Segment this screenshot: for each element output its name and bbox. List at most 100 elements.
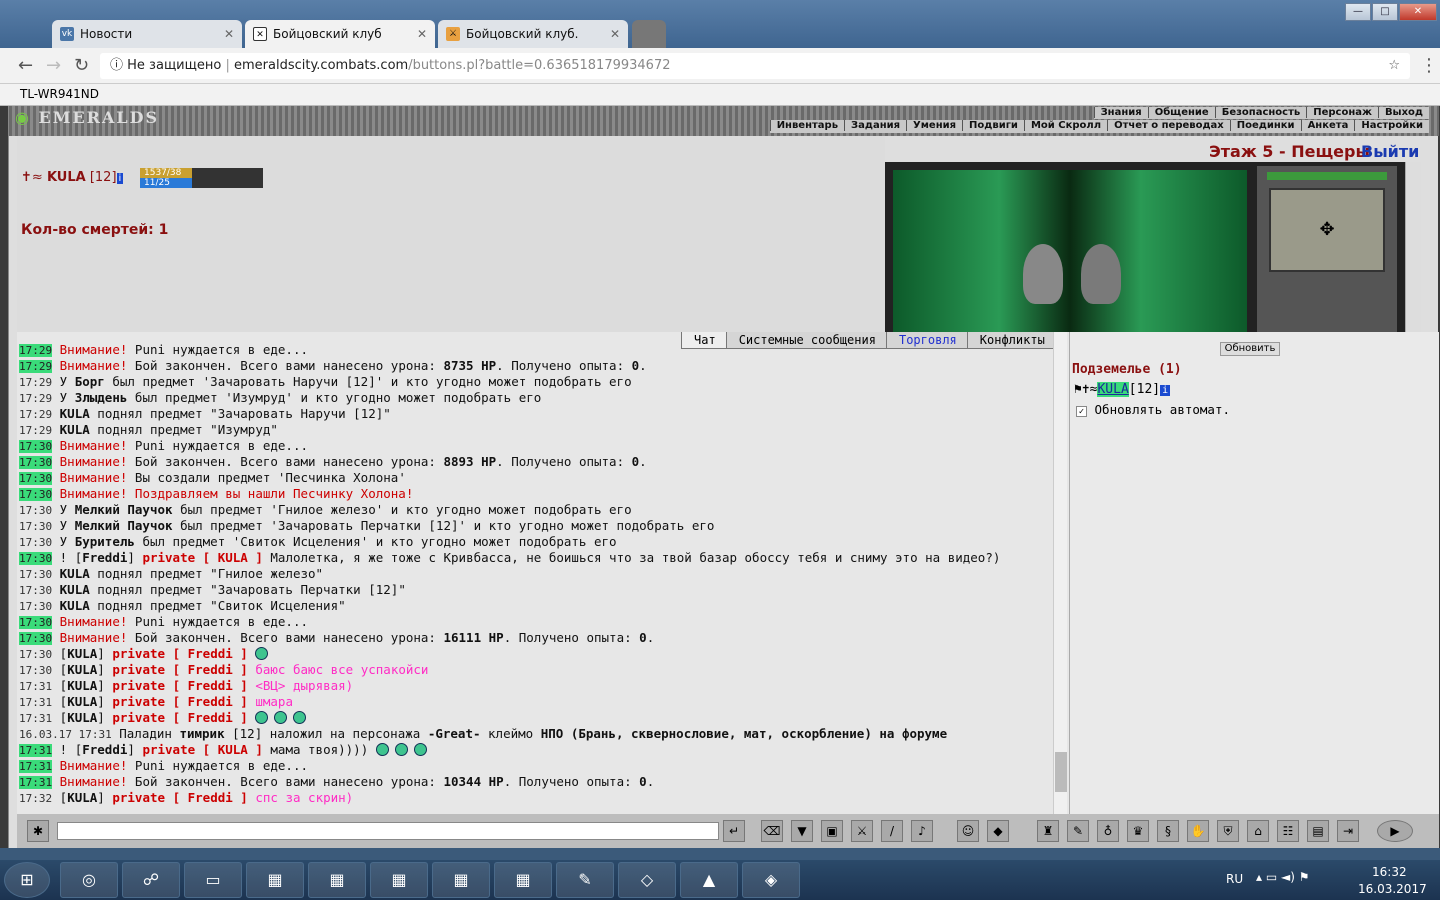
message-time[interactable]: 17:30 [19,552,53,565]
message-time[interactable]: 17:30 [19,520,52,533]
language-indicator[interactable]: RU [1226,872,1243,886]
book-icon[interactable]: ▤ [1307,820,1329,842]
message-time[interactable]: 17:30 [19,472,53,485]
people-icon[interactable]: ☷ [1277,820,1299,842]
translit-icon[interactable]: / [881,820,903,842]
close-icon[interactable]: ✕ [417,20,427,48]
exit-link[interactable]: Выйти [1361,142,1419,161]
scrollbar[interactable] [1405,162,1421,332]
info-icon[interactable]: i [1160,385,1171,396]
window-icon[interactable]: ▦ [432,862,490,898]
close-icon[interactable]: ✕ [610,20,620,48]
url-field[interactable]: ⓘ Не защищено | emeraldscity.combats.com… [100,53,1410,79]
app-icon[interactable]: ◈ [742,862,800,898]
message-time[interactable]: 17:31 [19,776,53,789]
crown-icon[interactable]: ♛ [1127,820,1149,842]
message-time[interactable]: 17:30 [19,488,53,501]
menu-character[interactable]: Персонаж [1306,107,1378,118]
chat-input[interactable] [57,822,719,840]
exit-icon[interactable]: ⇥ [1337,820,1359,842]
message-time[interactable]: 17:30 [19,616,53,629]
minimize-icon[interactable]: — [1345,3,1371,21]
scroll-icon[interactable]: § [1157,820,1179,842]
info-icon[interactable]: i [116,173,124,184]
message-time[interactable]: 17:30 [19,600,52,613]
map-icon[interactable]: ◆ [987,820,1009,842]
star-icon[interactable]: ☆ [1388,53,1400,79]
menu-profile[interactable]: Анкета [1300,120,1355,131]
message-time[interactable]: 17:30 [19,632,53,645]
menu-duels[interactable]: Поединки [1229,120,1301,131]
menu-quests[interactable]: Задания [844,120,907,131]
menu-transfers[interactable]: Отчет о переводах [1107,120,1230,131]
forward-icon[interactable]: → [46,56,61,76]
chrome-icon[interactable]: ◎ [60,862,118,898]
smile-icon[interactable]: ☺ [957,820,979,842]
message-time[interactable]: 17:31 [19,680,52,693]
tray-icons[interactable]: ▴ ▭ ◄) ⚑ [1256,870,1309,884]
message-time[interactable]: 17:30 [19,536,52,549]
compass-icon[interactable]: ✥ [1269,188,1385,272]
window-icon[interactable]: ▦ [370,862,428,898]
gear-icon[interactable]: ✱ [27,820,49,842]
filter-icon[interactable]: ▼ [791,820,813,842]
message-time[interactable]: 17:30 [19,584,52,597]
play-icon[interactable]: ▶ [1377,820,1413,842]
message-time[interactable]: 17:30 [19,568,52,581]
network-icon[interactable]: ☍ [122,862,180,898]
menu-skills[interactable]: Умения [906,120,963,131]
chat-scrollbar[interactable] [1053,332,1067,814]
info-icon[interactable]: ⓘ [110,58,123,73]
message-time[interactable]: 17:29 [19,360,53,373]
game-icon[interactable]: ▲ [680,862,738,898]
message-time[interactable]: 17:29 [19,376,52,389]
tab-fight-club[interactable]: ✕ Бойцовский клуб ✕ [245,20,435,48]
save-icon[interactable]: ▣ [821,820,843,842]
sword-icon[interactable]: ✎ [1067,820,1089,842]
message-time[interactable]: 17:31 [19,760,53,773]
monster-sprite[interactable] [1023,244,1063,304]
house-icon[interactable]: ⌂ [1247,820,1269,842]
message-time[interactable]: 17:31 [19,744,53,757]
player-name[interactable]: KULA [47,170,86,185]
menu-settings[interactable]: Настройки [1354,120,1429,131]
folder-icon[interactable]: ▭ [184,862,242,898]
shield-icon[interactable]: ⛨ [1217,820,1239,842]
message-time[interactable]: 17:29 [19,344,53,357]
notes-icon[interactable]: ✎ [556,862,614,898]
start-icon[interactable]: ⊞ [4,862,50,898]
message-time[interactable]: 17:29 [19,424,52,437]
menu-knowledge[interactable]: Знания [1093,107,1148,118]
menu-feats[interactable]: Подвиги [962,120,1024,131]
send-icon[interactable]: ↵ [723,820,745,842]
back-icon[interactable]: ← [18,56,33,76]
tab-fight-club-2[interactable]: ⚔ Бойцовский клуб. ✕ [438,20,628,48]
window-icon[interactable]: ▦ [494,862,552,898]
message-time[interactable]: 17:32 [19,792,52,805]
message-time[interactable]: 17:30 [19,664,52,677]
menu-communication[interactable]: Общение [1147,107,1215,118]
close-window-icon[interactable]: ✕ [1399,3,1437,21]
bookmark-item[interactable]: TL-WR941ND [20,87,99,101]
menu-scroll[interactable]: Мой Скролл [1023,120,1108,131]
fight-icon[interactable]: ⚔ [851,820,873,842]
clock-time[interactable]: 16:32 [1372,865,1407,879]
menu-exit[interactable]: Выход [1377,107,1429,118]
auto-refresh-checkbox[interactable]: ✓ [1076,406,1087,417]
eraser-icon[interactable]: ⌫ [761,820,783,842]
close-icon[interactable]: ✕ [224,20,234,48]
hand-icon[interactable]: ✋ [1187,820,1209,842]
reload-icon[interactable]: ↻ [74,56,89,76]
message-time[interactable]: 17:30 [19,648,52,661]
window-icon[interactable]: ▦ [246,862,304,898]
message-time[interactable]: 17:30 [19,504,52,517]
bag-icon[interactable]: ♜ [1037,820,1059,842]
sound-icon[interactable]: ♪ [911,820,933,842]
message-time[interactable]: 17:29 [19,392,52,405]
monster-sprite[interactable] [1081,244,1121,304]
message-time[interactable]: 17:31 [19,696,52,709]
new-tab-button[interactable] [632,20,666,48]
clock-date[interactable]: 16.03.2017 [1358,882,1427,896]
message-time[interactable]: 17:30 [19,456,53,469]
window-icon[interactable]: ▦ [308,862,366,898]
